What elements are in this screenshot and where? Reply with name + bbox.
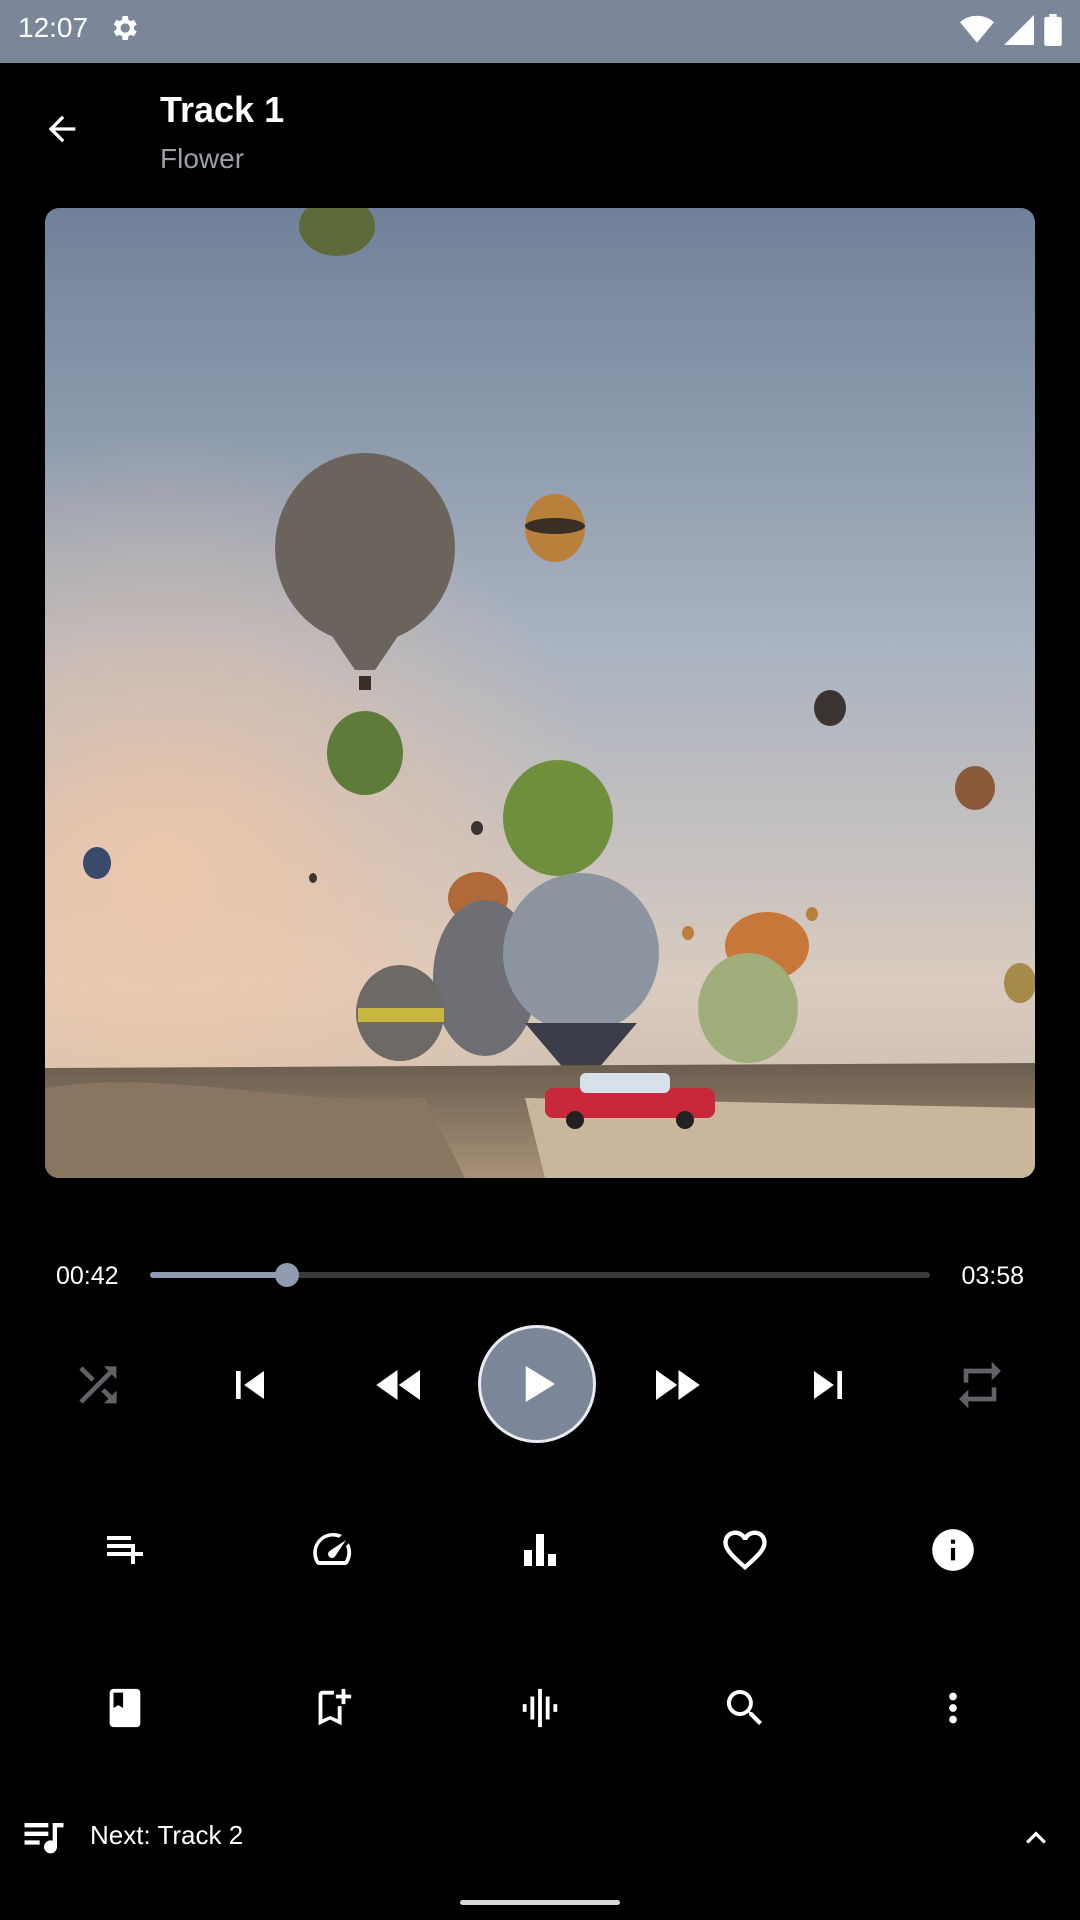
- shuffle-button[interactable]: [58, 1345, 138, 1425]
- repeat-icon: [959, 1361, 1001, 1409]
- search-button[interactable]: [700, 1663, 790, 1753]
- waveform-button[interactable]: [495, 1663, 585, 1753]
- track-subtitle: Flower: [160, 143, 245, 174]
- expand-queue-button[interactable]: [1012, 1814, 1060, 1862]
- play-icon: [525, 1366, 555, 1402]
- repeat-button[interactable]: [940, 1345, 1020, 1425]
- seek-bar[interactable]: [150, 1263, 930, 1287]
- speed-icon: [313, 1532, 352, 1566]
- arrow-back-icon: [48, 115, 76, 143]
- skip-previous-icon: [236, 1371, 264, 1399]
- waveform-icon: [522, 1688, 558, 1728]
- queue-music-icon: [24, 1823, 64, 1854]
- favorite-button[interactable]: [700, 1505, 790, 1595]
- bookmarks-button[interactable]: [80, 1663, 170, 1753]
- wifi-icon: [960, 15, 994, 43]
- next-track-bar[interactable]: Next: Track 2: [0, 1800, 1080, 1870]
- status-time: 12:07: [18, 12, 89, 43]
- rewind-button[interactable]: [360, 1345, 440, 1425]
- add-to-playlist-button[interactable]: [80, 1505, 170, 1595]
- rewind-icon: [376, 1370, 420, 1400]
- shuffle-icon: [79, 1366, 117, 1404]
- skip-next-icon: [814, 1371, 842, 1399]
- playback-speed-button[interactable]: [287, 1505, 377, 1595]
- gear-icon: [113, 16, 137, 40]
- bookmark-add-icon: [318, 1688, 352, 1726]
- seek-bar-thumb[interactable]: [275, 1263, 300, 1287]
- battery-icon: [1044, 14, 1062, 46]
- equalizer-icon: [524, 1534, 556, 1566]
- playlist-add-icon: [107, 1536, 143, 1564]
- transport-controls: [0, 1320, 1080, 1450]
- more-vert-icon: [949, 1692, 957, 1724]
- bookmark-icon: [109, 1688, 141, 1728]
- more-options-button[interactable]: [908, 1663, 998, 1753]
- heart-icon: [723, 1530, 767, 1571]
- track-title: Track 1: [160, 89, 285, 130]
- info-button[interactable]: [908, 1505, 998, 1595]
- seek-bar-fill: [150, 1272, 288, 1278]
- elapsed-time: 00:42: [56, 1262, 119, 1290]
- search-icon: [726, 1690, 762, 1725]
- total-time: 03:58: [961, 1262, 1024, 1290]
- album-art: [45, 208, 1035, 1178]
- chevron-up-icon: [1026, 1831, 1046, 1844]
- app-bar: Track 1 Flower: [0, 63, 1080, 193]
- fast-forward-button[interactable]: [636, 1345, 716, 1425]
- play-button[interactable]: [478, 1325, 596, 1443]
- equalizer-button[interactable]: [495, 1505, 585, 1595]
- back-button[interactable]: [30, 97, 94, 161]
- status-bar: 12:07: [0, 0, 1080, 63]
- info-icon: [932, 1529, 974, 1571]
- seek-bar-container: 00:42 03:58: [0, 1250, 1080, 1300]
- home-indicator: [460, 1900, 620, 1905]
- skip-previous-button[interactable]: [210, 1345, 290, 1425]
- skip-next-button[interactable]: [788, 1345, 868, 1425]
- next-track-label: Next: Track 2: [90, 1820, 244, 1850]
- fast-forward-icon: [656, 1370, 700, 1400]
- signal-icon: [1004, 15, 1034, 45]
- actions-row-2: [0, 1663, 1080, 1753]
- add-bookmark-button[interactable]: [287, 1663, 377, 1753]
- actions-row-1: [0, 1505, 1080, 1595]
- album-art-image: [45, 208, 1035, 1178]
